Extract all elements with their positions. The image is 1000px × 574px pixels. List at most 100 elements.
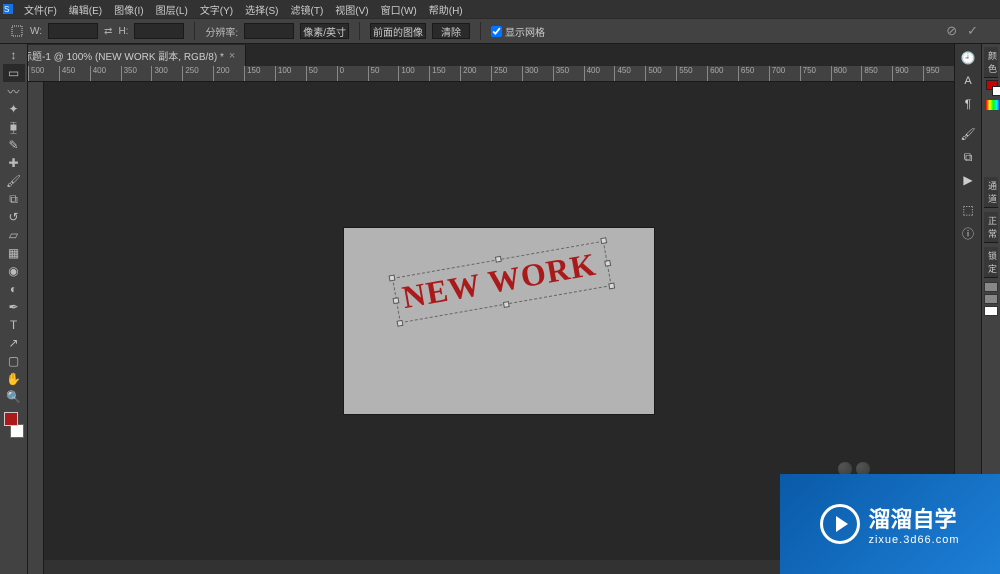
menu-image[interactable]: 图像(I) [108,0,149,19]
svg-text:S: S [4,5,9,14]
document-tab-title: 未标题-1 @ 100% (NEW WORK 副本, RGB/8) * [12,48,224,63]
width-input[interactable] [48,23,98,39]
history-brush-tool-icon[interactable]: ↺ [3,208,25,226]
front-image-select[interactable]: 前面的图像 [370,23,426,39]
crop-tool-icon[interactable] [10,24,24,38]
color-panel-tab[interactable]: 颜色 [984,47,998,78]
ruler-tick: 0 [337,66,344,82]
gradient-tool-icon[interactable]: ▦ [3,244,25,262]
zoom-tool-icon[interactable]: 🔍 [3,388,25,406]
menu-file[interactable]: 文件(F) [18,0,63,19]
document-tab[interactable]: 未标题-1 @ 100% (NEW WORK 副本, RGB/8) * × [2,45,246,66]
handle-se[interactable] [608,282,615,289]
watermark-title: 溜溜自学 [868,502,959,534]
color-swatches[interactable] [2,412,26,440]
ruler-tick: 850 [861,66,877,82]
info-panel-icon[interactable]: ⓘ [957,223,979,243]
width-label: W: [30,26,42,37]
hand-tool-icon[interactable]: ✋ [3,370,25,388]
handle-sw[interactable] [397,320,404,327]
height-input[interactable] [134,23,184,39]
color-ramp[interactable] [984,98,998,112]
ruler-tick: 400 [90,66,106,82]
heal-tool-icon[interactable]: ✚ [3,154,25,172]
blend-mode-normal[interactable]: 正常 [984,212,998,243]
ruler-tick: 450 [59,66,75,82]
crop-tool-icon[interactable]: ⧯ [3,118,25,136]
document-tab-bar: 未标题-1 @ 100% (NEW WORK 副本, RGB/8) * × [0,44,1000,66]
ruler-tick: 500 [645,66,661,82]
handle-e[interactable] [604,260,611,267]
type-tool-icon[interactable]: T [3,316,25,334]
ruler-tick: 200 [213,66,229,82]
character-panel-icon[interactable]: A [957,71,979,91]
menu-help[interactable]: 帮助(H) [423,0,469,19]
properties-panel-icon[interactable]: ⬚ [957,200,979,220]
menu-type[interactable]: 文字(Y) [194,0,239,19]
shape-tool-icon[interactable]: ▢ [3,352,25,370]
foreground-color-swatch[interactable] [4,412,18,426]
tool-panel: ↕ ▭ 〰 ✦ ⧯ ✎ ✚ 🖌 ⧉ ↺ ▱ ▦ ◉ ◐ ✒ T ↗ ▢ ✋ 🔍 [0,44,28,574]
divider [480,22,481,40]
menu-layer[interactable]: 图层(L) [150,0,194,19]
watermark-banner: 溜溜自学 zixue.3d66.com [780,474,1000,574]
watermark-url: zixue.3d66.com [868,534,959,546]
menu-view[interactable]: 视图(V) [329,0,374,19]
pen-tool-icon[interactable]: ✒ [3,298,25,316]
swap-wh-icon[interactable]: ⇄ [104,26,112,37]
stamp-tool-icon[interactable]: ⧉ [3,190,25,208]
commit-icon[interactable]: ✓ [967,23,978,39]
handle-ne[interactable] [600,237,607,244]
clear-button[interactable]: 清除 [432,23,470,39]
menu-edit[interactable]: 编辑(E) [63,0,108,19]
eraser-tool-icon[interactable]: ▱ [3,226,25,244]
app-logo-icon: S [2,3,14,15]
ruler-tick: 200 [460,66,476,82]
clone-panel-icon[interactable]: ⧉ [957,147,979,167]
layer-thumb[interactable] [984,306,998,316]
resolution-input[interactable] [244,23,294,39]
background-color-swatch[interactable] [10,424,24,438]
brush-tool-icon[interactable]: 🖌 [3,172,25,190]
menu-filter[interactable]: 滤镜(T) [285,0,330,19]
show-grid-check[interactable] [491,26,502,37]
paragraph-panel-icon[interactable]: ¶ [957,94,979,114]
ruler-tick: 150 [244,66,260,82]
color-panel-swatch[interactable] [984,78,998,98]
ruler-tick: 700 [769,66,785,82]
menu-window[interactable]: 窗口(W) [375,0,423,19]
actions-panel-icon[interactable]: ▶ [957,170,979,190]
handle-nw[interactable] [389,275,396,282]
menu-select[interactable]: 选择(S) [239,0,284,19]
show-grid-checkbox[interactable]: 显示网格 [491,24,545,39]
play-icon [820,504,860,544]
handle-w[interactable] [393,297,400,304]
selection-marquee[interactable]: NEW WORK [392,241,612,324]
marquee-tool-icon[interactable]: ▭ [3,64,25,82]
dodge-tool-icon[interactable]: ◐ [3,280,25,298]
history-panel-icon[interactable]: 🕘 [957,48,979,68]
path-tool-icon[interactable]: ↗ [3,334,25,352]
channels-panel-tab[interactable]: 通道 [984,177,998,208]
lasso-tool-icon[interactable]: 〰 [3,82,25,100]
blur-tool-icon[interactable]: ◉ [3,262,25,280]
ruler-tick: 650 [738,66,754,82]
artboard[interactable]: NEW WORK [344,228,654,414]
eyedropper-tool-icon[interactable]: ✎ [3,136,25,154]
show-grid-label: 显示网格 [505,24,545,39]
ruler-tick: 750 [800,66,816,82]
layer-thumb[interactable] [984,282,998,292]
ruler-tick: 100 [398,66,414,82]
layer-thumb[interactable] [984,294,998,304]
handle-s[interactable] [502,301,509,308]
units-select[interactable]: 像素/英寸 [300,23,349,39]
cancel-icon[interactable]: ⊘ [946,23,957,39]
tab-close-icon[interactable]: × [229,50,235,62]
brush-panel-icon[interactable]: 🖌 [957,124,979,144]
ruler-tick: 450 [614,66,630,82]
ruler-tick: 250 [182,66,198,82]
move-tool-icon[interactable]: ↕ [3,46,25,64]
ruler-tick: 400 [584,66,600,82]
wand-tool-icon[interactable]: ✦ [3,100,25,118]
ruler-tick: 350 [121,66,137,82]
